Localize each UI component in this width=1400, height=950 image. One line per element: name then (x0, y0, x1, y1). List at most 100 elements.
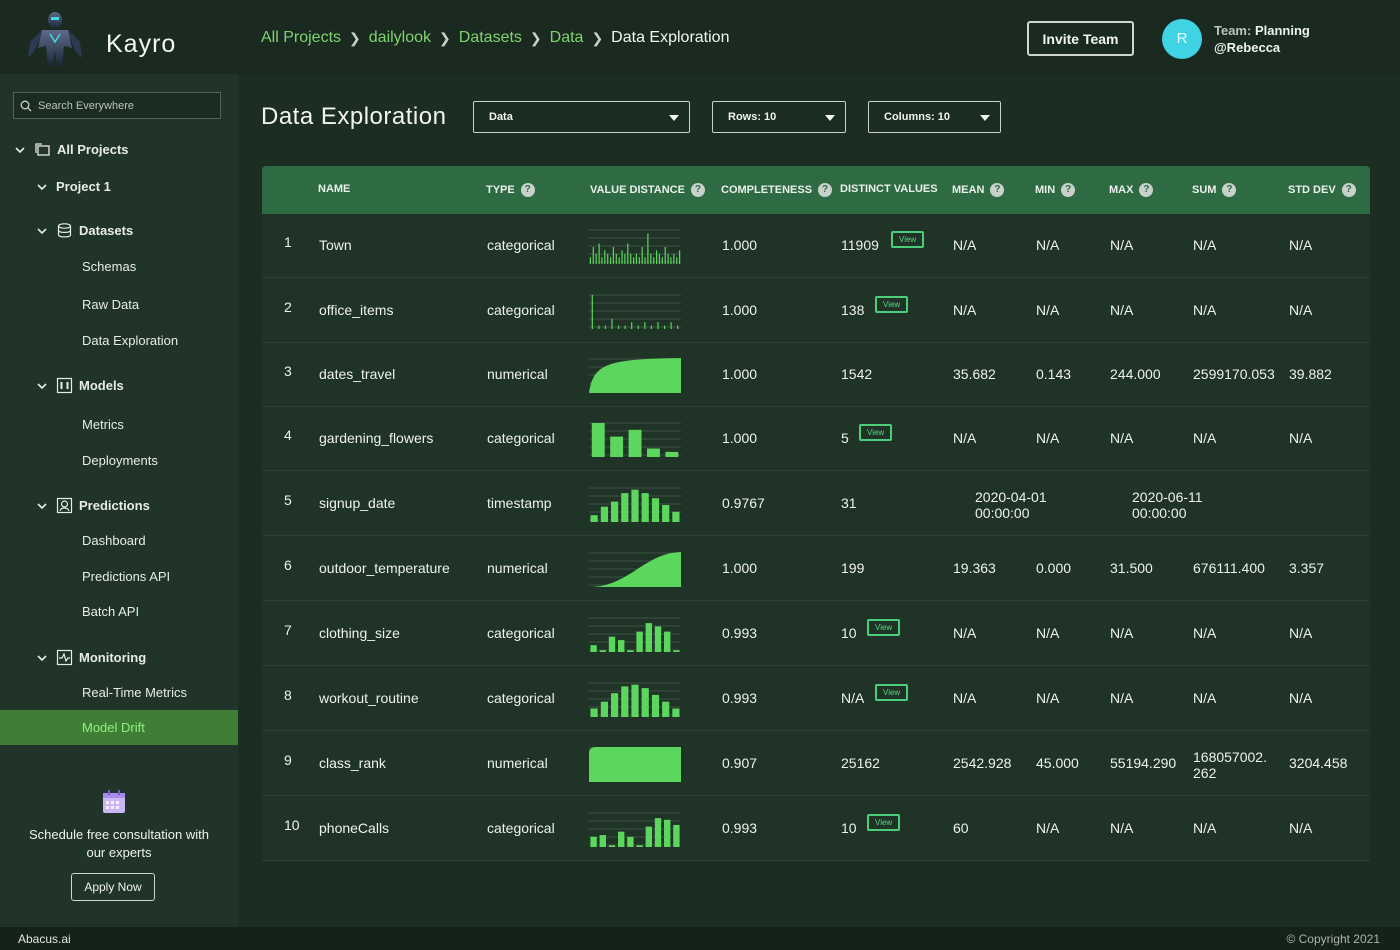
help-icon[interactable]: ? (690, 183, 705, 197)
sidebar-item-batch-api[interactable]: Batch API (82, 604, 139, 619)
sidebar-label: Monitoring (79, 650, 147, 665)
distribution-bar (679, 250, 681, 264)
sidebar-item-model-drift[interactable]: Model Drift (82, 720, 145, 735)
value-distribution-chart[interactable] (589, 486, 681, 522)
breadcrumb-data[interactable]: Data (550, 29, 584, 47)
col-mean[interactable]: MEAN? (952, 183, 1005, 197)
rows-select[interactable]: Rows: 10 (712, 101, 846, 133)
dataset-select[interactable]: Data (473, 101, 690, 133)
sidebar-item-predictions[interactable]: Predictions (36, 497, 150, 514)
table-row[interactable]: 5 signup_date timestamp 0.9767 31 2020-04-01 … (262, 472, 1370, 536)
breadcrumb-project[interactable]: dailylook (369, 29, 431, 47)
table-row[interactable]: 10 phoneCalls categorical 0.993 10 View 60 N/A N… (262, 797, 1370, 861)
apply-now-button[interactable]: Apply Now (71, 873, 155, 901)
col-name[interactable]: NAME (318, 183, 350, 195)
distribution-bar (618, 640, 625, 652)
max-value: N/A (1110, 237, 1134, 253)
distribution-bar (590, 645, 597, 652)
sidebar-item-realtime-metrics[interactable]: Real-Time Metrics (82, 685, 187, 700)
table-row[interactable]: 9 class_rank numerical 0.907 25162 2542.928 45… (262, 732, 1370, 796)
completeness-value: 1.000 (722, 302, 758, 318)
view-values-button[interactable]: View (867, 814, 901, 831)
sidebar-item-project[interactable]: Project 1 (36, 179, 111, 194)
sidebar-item-models[interactable]: Models (36, 377, 124, 394)
value-distribution-chart[interactable] (589, 357, 681, 393)
value-distribution-chart[interactable] (589, 551, 681, 587)
sidebar-item-all-projects[interactable]: All Projects (14, 141, 129, 158)
chevron-down-icon (37, 183, 47, 190)
distribution-area (589, 552, 681, 587)
column-type: numerical (487, 755, 548, 771)
search-input[interactable] (38, 98, 216, 114)
value-distribution-chart[interactable] (589, 421, 681, 457)
avatar[interactable]: R (1162, 19, 1202, 59)
sidebar-item-predictions-api[interactable]: Predictions API (82, 569, 170, 584)
sidebar-item-metrics[interactable]: Metrics (82, 417, 124, 432)
distribution-bar (598, 325, 600, 329)
brand-name[interactable]: Kayro (106, 30, 176, 59)
help-icon[interactable]: ? (1222, 183, 1237, 197)
breadcrumb-datasets[interactable]: Datasets (459, 29, 522, 47)
sidebar-item-schemas[interactable]: Schemas (82, 259, 136, 274)
help-icon[interactable]: ? (520, 183, 535, 197)
sidebar-item-data-exploration[interactable]: Data Exploration (82, 333, 178, 348)
col-distinct-values[interactable]: DISTINCT VALUES (840, 183, 938, 195)
view-values-button[interactable]: View (875, 684, 909, 701)
invite-team-button[interactable]: Invite Team (1027, 21, 1134, 56)
distribution-bar (636, 631, 643, 652)
view-values-button[interactable]: View (859, 424, 893, 441)
table-row[interactable]: 8 workout_routine categorical 0.993 N/A View N… (262, 667, 1370, 731)
help-icon[interactable]: ? (990, 183, 1005, 197)
distribution-bar (611, 501, 619, 522)
table-row[interactable]: 2 office_items categorical 1.000 138 View N/A N… (262, 279, 1370, 343)
sidebar-item-dashboard[interactable]: Dashboard (82, 533, 146, 548)
value-distribution-chart[interactable] (589, 616, 681, 652)
view-values-button[interactable]: View (867, 619, 901, 636)
distribution-bar (611, 693, 619, 717)
col-type[interactable]: TYPE? (486, 183, 535, 197)
mean-value: 2542.928 (953, 755, 1012, 771)
column-name: outdoor_temperature (319, 560, 450, 576)
help-icon[interactable]: ? (1061, 183, 1076, 197)
table-row[interactable]: 4 gardening_flowers categorical 1.000 5 View N… (262, 407, 1370, 471)
chevron-down-icon (37, 654, 47, 661)
help-icon[interactable]: ? (1139, 183, 1154, 197)
sum-value: N/A (1193, 237, 1217, 253)
breadcrumb-all-projects[interactable]: All Projects (261, 29, 341, 47)
value-distribution-chart[interactable] (589, 746, 681, 782)
col-label: STD DEV (1288, 184, 1336, 196)
col-max[interactable]: MAX? (1109, 183, 1154, 197)
value-distribution-chart[interactable] (589, 681, 681, 717)
columns-select[interactable]: Columns: 10 (868, 101, 1001, 133)
sidebar-item-raw-data[interactable]: Raw Data (82, 297, 139, 312)
distribution-bar (604, 250, 606, 264)
col-value-distance[interactable]: VALUE DISTANCE? (590, 183, 705, 197)
sidebar-item-deployments[interactable]: Deployments (82, 453, 158, 468)
table-row[interactable]: 1 Town categorical 1.000 11909 View N/A N/A N/A N… (262, 214, 1370, 278)
row-index: 3 (284, 363, 292, 379)
col-sum[interactable]: SUM? (1192, 183, 1237, 197)
sum-value: 168057002. 262 (1193, 749, 1267, 781)
col-std-dev[interactable]: STD DEV? (1288, 183, 1356, 197)
footer-brand[interactable]: Abacus.ai (18, 932, 71, 946)
team-info[interactable]: Team: Planning @Rebecca (1214, 22, 1310, 56)
table-row[interactable]: 6 outdoor_temperature numerical 1.000 199 19.… (262, 537, 1370, 601)
view-values-button[interactable]: View (875, 296, 909, 313)
help-icon[interactable]: ? (1341, 183, 1356, 197)
column-name: phoneCalls (319, 820, 390, 836)
col-completeness[interactable]: COMPLETENESS? (721, 183, 833, 197)
value-distribution-chart[interactable] (589, 293, 681, 329)
sidebar-item-monitoring[interactable]: Monitoring (36, 649, 146, 666)
distribution-bar (647, 233, 649, 264)
distribution-bar (664, 631, 671, 652)
value-distribution-chart[interactable] (589, 811, 681, 847)
sidebar-item-datasets[interactable]: Datasets (36, 222, 133, 239)
distribution-bar (662, 701, 670, 717)
col-min[interactable]: MIN? (1035, 183, 1076, 197)
help-icon[interactable]: ? (818, 183, 833, 197)
sum-value: N/A (1193, 625, 1217, 641)
table-row[interactable]: 3 dates_travel numerical 1.000 1542 35.682 0.1… (262, 343, 1370, 407)
view-values-button[interactable]: View (891, 231, 925, 248)
value-distribution-chart[interactable] (589, 228, 681, 264)
table-row[interactable]: 7 clothing_size categorical 0.993 10 View N/A N… (262, 602, 1370, 666)
